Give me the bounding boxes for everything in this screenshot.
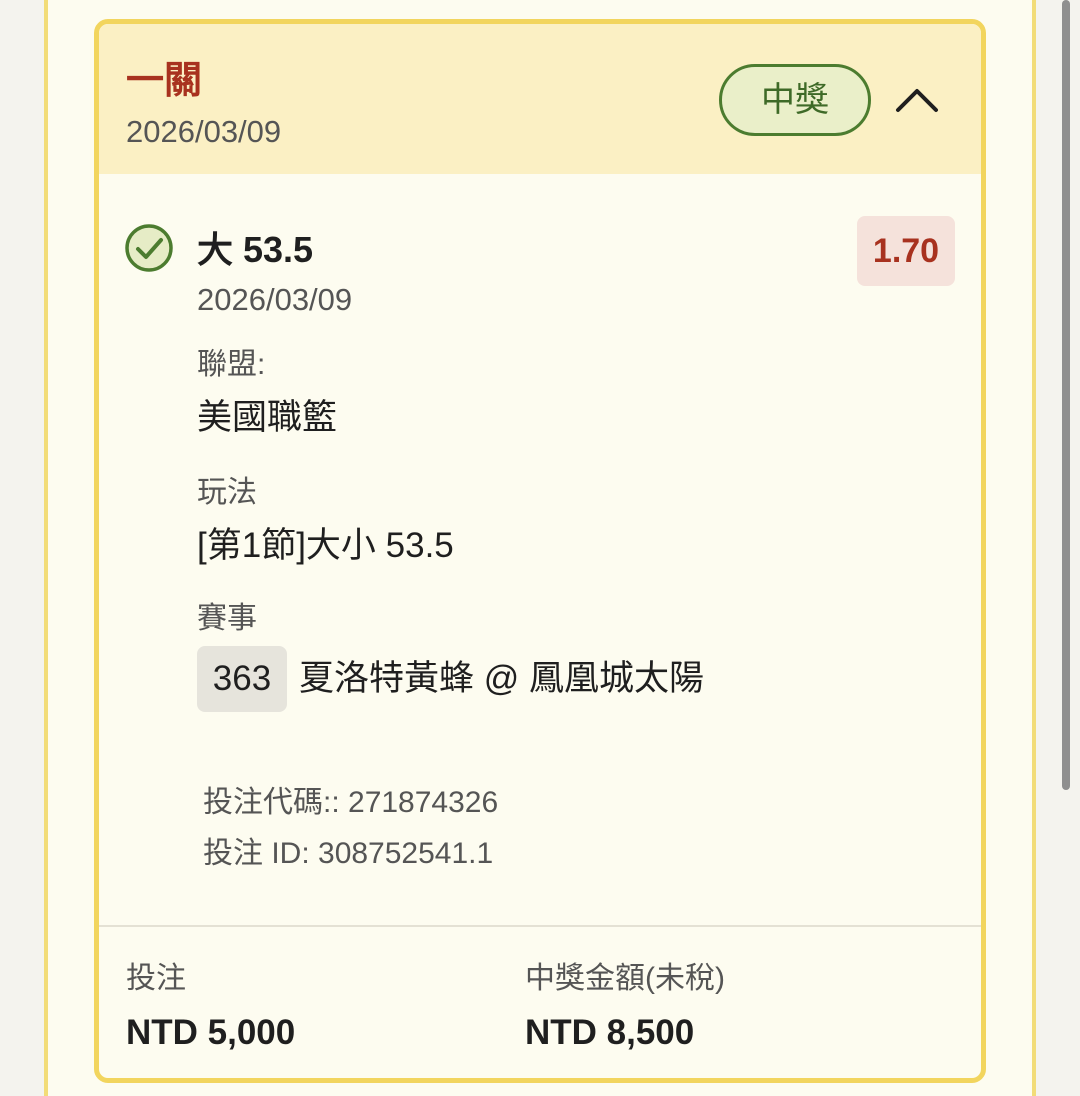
selection-title: 大 53.5 (197, 229, 314, 270)
event-number-badge: 363 (197, 646, 287, 712)
result-status-badge: 中獎 (719, 64, 871, 136)
league-label: 聯盟: (197, 348, 266, 381)
selection-date: 2026/03/09 (197, 282, 353, 317)
chevron-up-icon[interactable] (894, 78, 940, 124)
odds-badge: 1.70 (857, 216, 955, 286)
payout-label: 中獎金額(未稅) (525, 962, 725, 995)
stake-label: 投注 (126, 962, 186, 995)
footer-divider (99, 925, 981, 927)
bet-card-header[interactable]: 一關 2026/03/09 中獎 (99, 24, 981, 174)
league-value: 美國職籃 (197, 398, 338, 437)
scrollbar[interactable] (1062, 0, 1070, 790)
check-circle-icon (125, 224, 173, 272)
market-label: 玩法 (197, 476, 257, 509)
bet-card: 一關 2026/03/09 中獎 大 53.5 2026/03/09 1.70 … (94, 19, 986, 1083)
event-label: 賽事 (197, 602, 257, 635)
bet-code: 投注代碼:: 271874326 (203, 786, 499, 819)
event-teams: 夏洛特黃蜂 @ 鳳凰城太陽 (299, 659, 704, 698)
market-value: [第1節]大小 53.5 (197, 526, 454, 565)
bet-date: 2026/03/09 (126, 114, 282, 149)
stake-amount: NTD 5,000 (126, 1013, 296, 1052)
payout-amount: NTD 8,500 (525, 1013, 695, 1052)
bet-type: 一關 (126, 60, 203, 102)
bet-id: 投注 ID: 308752541.1 (203, 837, 494, 870)
